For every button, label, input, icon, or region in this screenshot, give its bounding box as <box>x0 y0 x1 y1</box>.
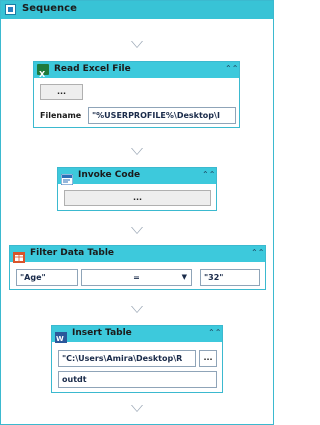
sequence-icon <box>5 4 16 15</box>
drop-arrow-icon[interactable] <box>131 227 143 234</box>
sequence-title: Sequence <box>22 3 77 14</box>
edit-code-button[interactable]: ... <box>64 190 211 206</box>
drop-arrow-icon[interactable] <box>131 306 143 313</box>
invoke-code-header[interactable]: Invoke Code ⌃⌃ <box>58 168 216 186</box>
insert-table-title: Insert Table <box>72 328 132 338</box>
document-path-field[interactable]: "C:\Users\Amira\Desktop\R <box>58 350 196 367</box>
read-excel-activity[interactable]: X Read Excel File ⌃⌃ ... Filename "%USER… <box>33 61 240 128</box>
table-variable-field[interactable]: outdt <box>58 371 217 388</box>
filter-data-table-header[interactable]: Filter Data Table ⌃⌃ <box>10 246 265 263</box>
collapse-icon[interactable]: ⌃⌃ <box>251 248 264 258</box>
filename-field[interactable]: "%USERPROFILE%\Desktop\I <box>88 107 236 124</box>
svg-text:X: X <box>39 70 46 79</box>
collapse-icon[interactable]: ⌃⌃ <box>202 170 215 180</box>
column-field[interactable]: "Age" <box>16 269 78 286</box>
drop-arrow-icon[interactable] <box>131 41 143 48</box>
svg-text:W: W <box>56 335 64 343</box>
word-icon: W <box>55 328 67 343</box>
filter-table-icon <box>13 248 25 263</box>
operator-value: = <box>133 273 140 282</box>
drop-arrow-icon[interactable] <box>131 405 143 412</box>
filename-label: Filename <box>40 111 82 120</box>
sequence-header[interactable]: Sequence <box>1 1 273 19</box>
insert-table-header[interactable]: W Insert Table ⌃⌃ <box>52 326 222 343</box>
sequence-container[interactable]: Sequence X Read Excel File ⌃⌃ ... Filena… <box>0 0 274 425</box>
workflow-designer: Sequence X Read Excel File ⌃⌃ ... Filena… <box>0 0 274 425</box>
excel-icon: X <box>37 64 49 79</box>
invoke-code-title: Invoke Code <box>78 170 141 180</box>
drop-arrow-icon[interactable] <box>131 148 143 155</box>
filter-data-table-activity[interactable]: Filter Data Table ⌃⌃ "Age" = ▼ "32" <box>9 245 266 290</box>
compare-value-field[interactable]: "32" <box>200 269 260 286</box>
browse-button[interactable]: ... <box>40 84 83 100</box>
code-icon <box>60 170 74 186</box>
insert-table-activity[interactable]: W Insert Table ⌃⌃ "C:\Users\Amira\Deskto… <box>51 325 223 393</box>
invoke-code-activity[interactable]: Invoke Code ⌃⌃ ... <box>57 167 217 211</box>
collapse-icon[interactable]: ⌃⌃ <box>225 64 238 74</box>
collapse-icon[interactable]: ⌃⌃ <box>208 328 221 338</box>
read-excel-header[interactable]: X Read Excel File ⌃⌃ <box>34 62 239 79</box>
caret-down-icon: ▼ <box>181 273 187 281</box>
operator-select[interactable]: = ▼ <box>81 269 192 286</box>
read-excel-title: Read Excel File <box>54 64 131 74</box>
browse-button[interactable]: ... <box>199 350 217 367</box>
filter-data-table-title: Filter Data Table <box>30 248 115 258</box>
